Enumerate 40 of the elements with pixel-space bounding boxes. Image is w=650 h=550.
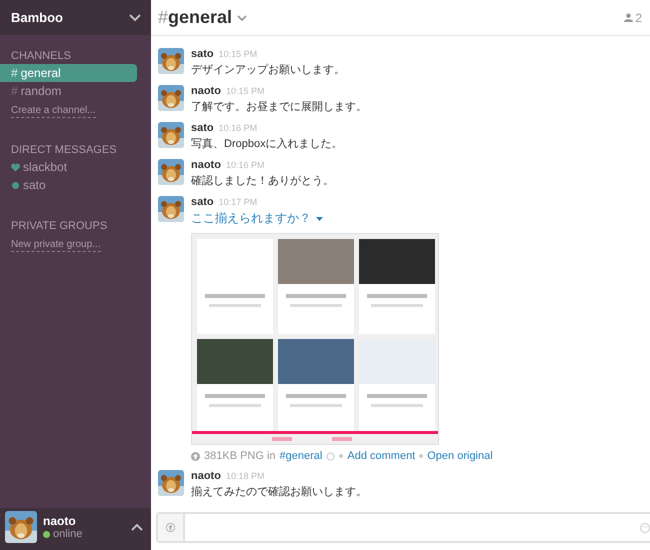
sidebar-item[interactable]: sato <box>0 176 137 194</box>
file-action-link[interactable]: Add comment <box>347 450 416 462</box>
author-name[interactable]: naoto <box>191 159 221 171</box>
channel-link[interactable]: #general <box>280 450 322 462</box>
channel-title: #general <box>158 7 232 28</box>
user-name: naoto <box>43 514 77 528</box>
sidebar-item[interactable]: # random <box>0 82 137 100</box>
caret-icon[interactable] <box>315 214 324 223</box>
sidebar-item[interactable]: # general <box>0 64 137 82</box>
message-text: 確認しました！ありがとう。 <box>191 174 334 188</box>
message-text: 写真、Dropboxに入れました。 <box>191 137 343 151</box>
author-name[interactable]: naoto <box>191 85 221 97</box>
author-name[interactable]: sato <box>191 196 214 208</box>
section-heading: CHANNELS <box>10 49 72 64</box>
sidebar-item[interactable]: slackbot <box>0 158 137 176</box>
message-text: デザインアップお願いします。 <box>191 62 345 77</box>
member-count[interactable]: 2 <box>624 10 642 24</box>
chevron-down-icon[interactable] <box>129 14 141 22</box>
file-action-link[interactable]: Open original <box>427 450 493 462</box>
sidebar-link[interactable]: Create a channel... <box>11 104 96 118</box>
status-dot-icon <box>11 180 20 190</box>
author-name[interactable]: sato <box>191 48 214 60</box>
file-title-link[interactable]: ここ揃えられますか？ <box>191 210 311 227</box>
person-icon <box>624 13 634 22</box>
team-header[interactable]: Bamboo <box>0 0 151 35</box>
heart-icon <box>11 162 20 172</box>
section-heading: PRIVATE GROUPS <box>10 219 108 234</box>
user-status: online <box>43 528 125 540</box>
team-name: Bamboo <box>11 10 63 25</box>
upload-icon <box>191 452 200 460</box>
upload-icon <box>166 523 175 532</box>
message-text: 揃えてみたので確認お願いします。 <box>191 485 367 499</box>
chevron-down-icon[interactable] <box>236 14 248 22</box>
author-name[interactable]: naoto <box>191 470 221 482</box>
sidebar-link[interactable]: New private group... <box>11 238 100 252</box>
section-heading: DIRECT MESSAGES <box>10 143 118 158</box>
author-name[interactable]: sato <box>191 122 214 134</box>
message-text: 了解です。お昼までに展開します。 <box>191 100 367 114</box>
file-size: 381KB PNG in <box>204 450 276 462</box>
chevron-up-icon[interactable] <box>131 523 143 531</box>
